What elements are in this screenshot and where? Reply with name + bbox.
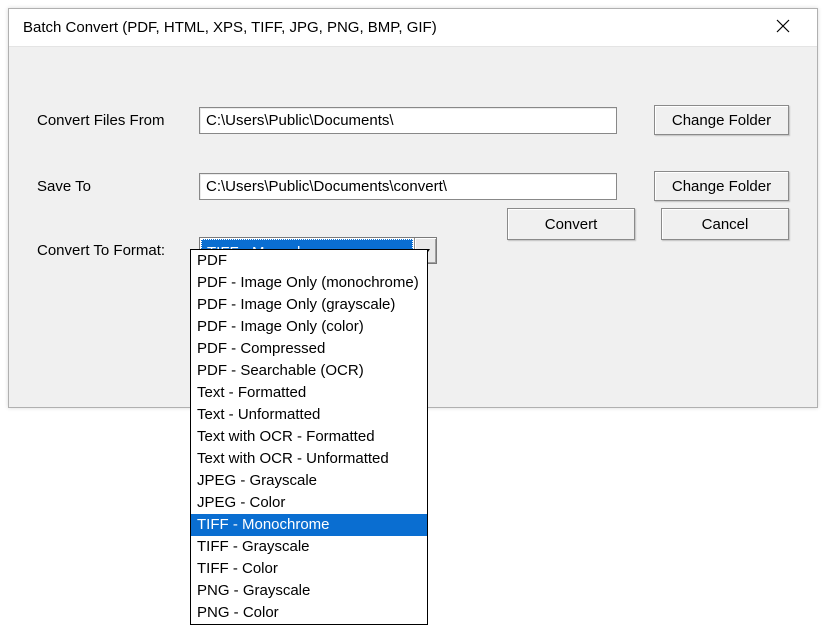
dialog-body: Convert Files From Change Folder Save To… <box>9 47 817 264</box>
format-option[interactable]: PDF <box>191 250 427 272</box>
change-folder-to-button[interactable]: Change Folder <box>654 171 789 201</box>
save-to-label: Save To <box>37 178 199 195</box>
format-option[interactable]: PNG - Grayscale <box>191 580 427 602</box>
convert-from-row: Convert Files From Change Folder <box>37 105 789 135</box>
format-option[interactable]: PDF - Searchable (OCR) <box>191 360 427 382</box>
format-option[interactable]: PNG - Color <box>191 602 427 624</box>
format-option[interactable]: PDF - Image Only (color) <box>191 316 427 338</box>
format-option[interactable]: TIFF - Color <box>191 558 427 580</box>
cancel-button[interactable]: Cancel <box>661 208 789 240</box>
format-option[interactable]: JPEG - Color <box>191 492 427 514</box>
save-to-row: Save To Change Folder <box>37 171 789 201</box>
format-option[interactable]: Text with OCR - Unformatted <box>191 448 427 470</box>
convert-from-input-col <box>199 107 618 134</box>
format-option[interactable]: Text with OCR - Formatted <box>191 426 427 448</box>
format-option[interactable]: TIFF - Monochrome <box>191 514 427 536</box>
save-to-input-col <box>199 173 618 200</box>
window-title: Batch Convert (PDF, HTML, XPS, TIFF, JPG… <box>23 19 763 36</box>
close-button[interactable] <box>763 13 803 43</box>
save-to-input[interactable] <box>199 173 617 200</box>
change-folder-from-button[interactable]: Change Folder <box>654 105 789 135</box>
action-buttons: Convert Cancel <box>507 208 789 240</box>
format-option[interactable]: JPEG - Grayscale <box>191 470 427 492</box>
convert-button[interactable]: Convert <box>507 208 635 240</box>
format-option[interactable]: TIFF - Grayscale <box>191 536 427 558</box>
format-label: Convert To Format: <box>37 242 199 259</box>
format-dropdown-list[interactable]: PDFPDF - Image Only (monochrome)PDF - Im… <box>190 249 428 625</box>
titlebar: Batch Convert (PDF, HTML, XPS, TIFF, JPG… <box>9 9 817 47</box>
format-option[interactable]: Text - Unformatted <box>191 404 427 426</box>
format-option[interactable]: PDF - Image Only (grayscale) <box>191 294 427 316</box>
format-option[interactable]: Text - Formatted <box>191 382 427 404</box>
close-icon <box>776 19 790 37</box>
format-option[interactable]: PDF - Image Only (monochrome) <box>191 272 427 294</box>
format-option[interactable]: PDF - Compressed <box>191 338 427 360</box>
convert-from-input[interactable] <box>199 107 617 134</box>
convert-from-label: Convert Files From <box>37 112 199 129</box>
